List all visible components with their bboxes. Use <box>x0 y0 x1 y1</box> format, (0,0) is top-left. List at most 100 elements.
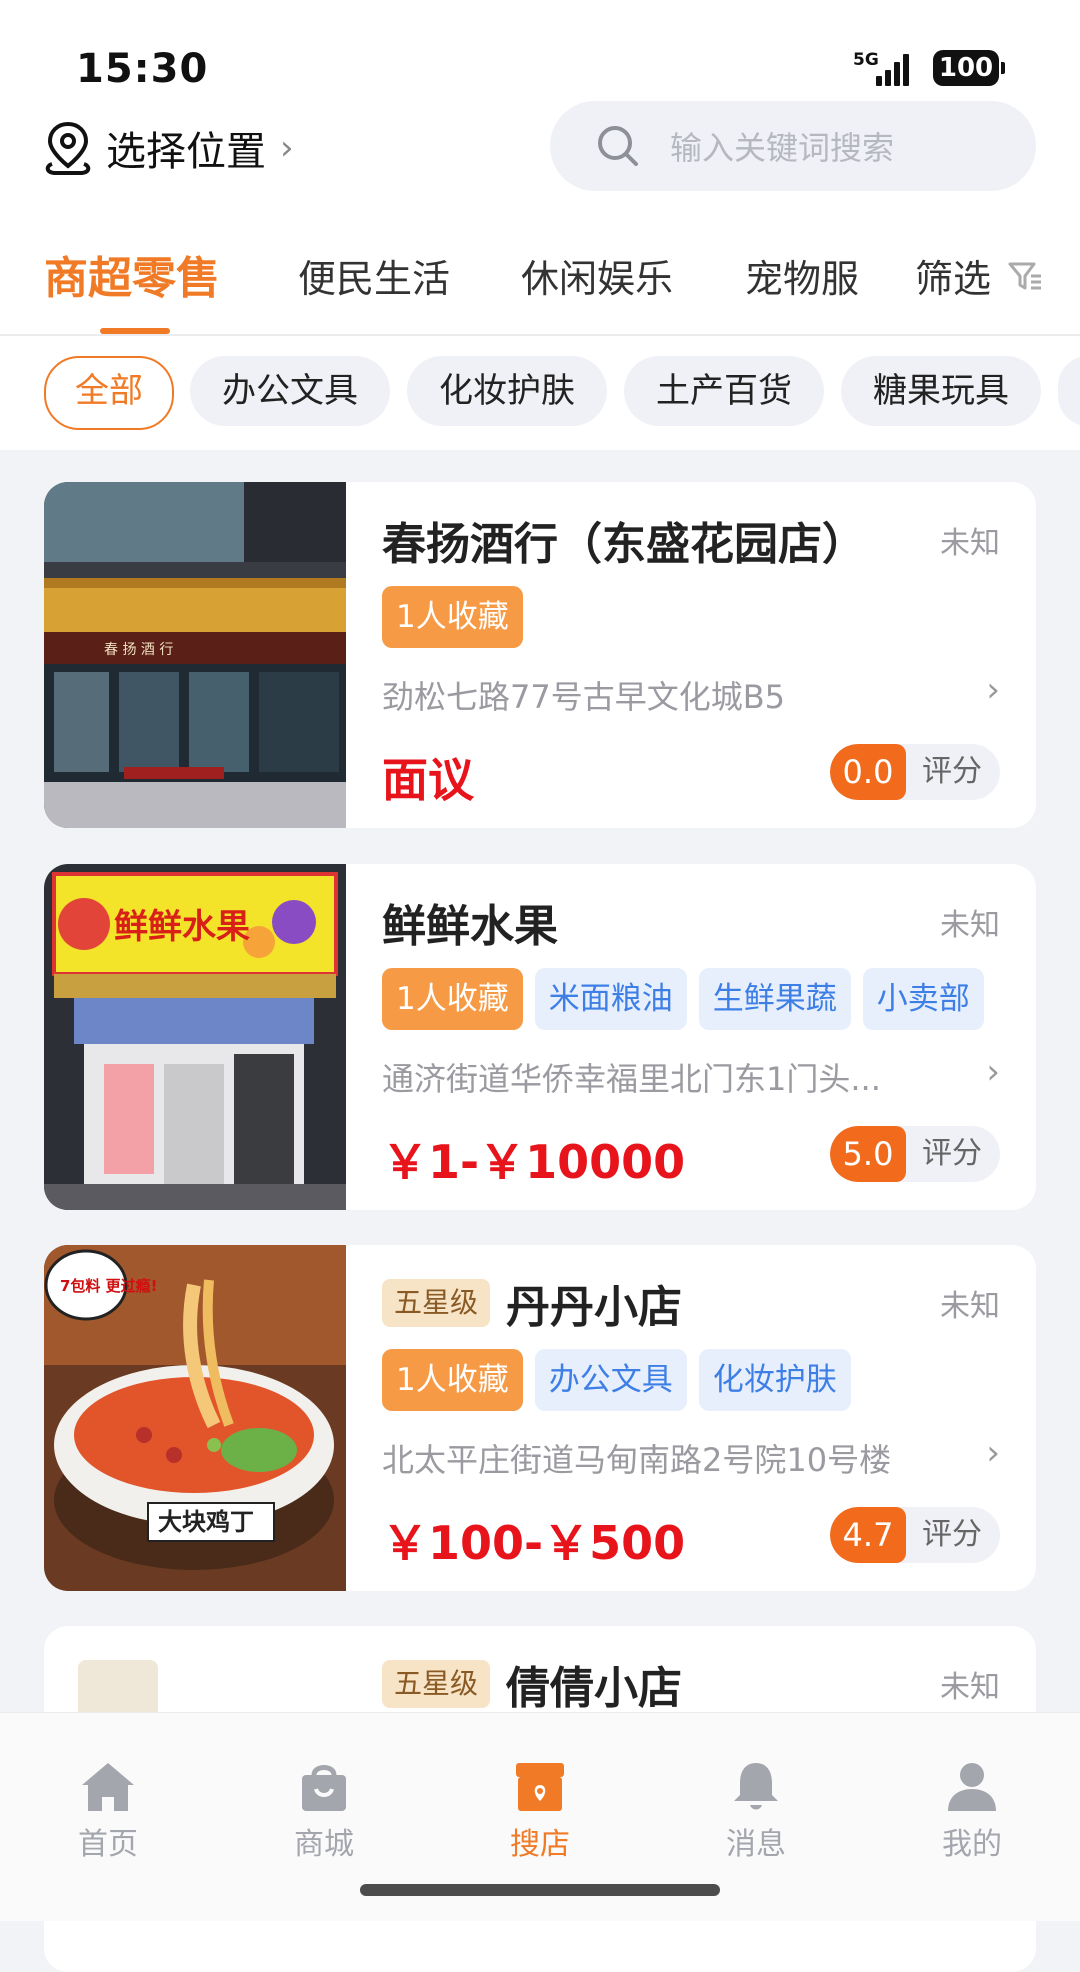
tab-leisure[interactable]: 休闲娱乐 <box>521 248 673 303</box>
svg-text:鲜鲜水果: 鲜鲜水果 <box>114 907 250 947</box>
chip-cosmetics[interactable]: 化妆护肤 <box>407 356 607 426</box>
store-icon <box>516 1763 564 1811</box>
store-photo: 春 扬 酒 行 <box>44 482 346 828</box>
store-rating: 0.0 评分 <box>830 744 1000 800</box>
nav-mall[interactable]: 商城 <box>264 1759 384 1863</box>
rating-label: 评分 <box>922 1517 982 1552</box>
nav-label: 首页 <box>78 1827 138 1862</box>
nav-home[interactable]: 首页 <box>48 1759 168 1863</box>
svg-text:7包料 更过瘾!: 7包料 更过瘾! <box>60 1277 158 1295</box>
store-photo: 鲜鲜水果 <box>44 864 346 1210</box>
five-star-badge: 五星级 <box>382 1279 491 1327</box>
chip-more[interactable] <box>1058 356 1080 426</box>
rating-score: 4.7 <box>830 1507 906 1563</box>
status-time: 15:30 <box>76 46 209 92</box>
tab-retail[interactable]: 商超零售 <box>44 242 220 306</box>
category-tag: 化妆护肤 <box>698 1349 851 1411</box>
store-name: 丹丹小店 <box>506 1282 683 1333</box>
store-name-row: 春扬酒行（东盛花园店） <box>382 508 866 572</box>
store-name-row: 五星级 倩倩小店 <box>382 1652 682 1716</box>
category-tag: 小卖部 <box>862 968 984 1030</box>
store-name: 春扬酒行（东盛花园店） <box>382 519 866 570</box>
chip-office[interactable]: 办公文具 <box>190 356 390 426</box>
location-label: 选择位置 <box>106 129 266 175</box>
rating-score: 0.0 <box>830 744 906 800</box>
tab-convenience[interactable]: 便民生活 <box>298 248 450 303</box>
signal-icon <box>876 52 916 86</box>
nav-label: 消息 <box>726 1827 786 1862</box>
store-info: 鲜鲜水果 未知 1人收藏 米面粮油 生鲜果蔬 小卖部 通济街道华侨幸福里北门东1… <box>382 864 1000 1210</box>
bell-icon <box>734 1763 778 1810</box>
user-icon <box>948 1763 996 1811</box>
store-name: 倩倩小店 <box>506 1663 683 1714</box>
chevron-right-icon[interactable]: › <box>986 670 1000 710</box>
chip-all[interactable]: 全部 <box>44 356 174 430</box>
status-bar: 15:30 5G 100 <box>0 40 1080 100</box>
store-address[interactable]: 劲松七路77号古早文化城B5 <box>382 672 972 718</box>
favorite-count-tag: 1人收藏 <box>382 586 523 648</box>
category-tag: 米面粮油 <box>534 968 687 1030</box>
search-input[interactable]: 输入关键词搜索 <box>550 101 1036 191</box>
store-tags: 1人收藏 <box>382 586 535 648</box>
store-price: ￥100-￥500 <box>382 1516 686 1570</box>
store-address[interactable]: 通济街道华侨幸福里北门东1门头... <box>382 1054 972 1100</box>
nav-messages[interactable]: 消息 <box>696 1759 816 1863</box>
battery-indicator: 100 <box>933 50 1005 86</box>
tab-pet[interactable]: 宠物服 <box>745 248 859 303</box>
nav-label: 搜店 <box>510 1827 570 1862</box>
store-card[interactable]: 鲜鲜水果 鲜鲜水果 未知 1人收藏 米面粮油 生鲜果蔬 小卖部 通济街道华侨幸福… <box>44 864 1036 1210</box>
filter-icon <box>1008 262 1042 289</box>
rating-score: 5.0 <box>830 1126 906 1182</box>
nav-label: 我的 <box>942 1827 1002 1862</box>
favorite-count-tag: 1人收藏 <box>382 1349 523 1411</box>
store-info: 春扬酒行（东盛花园店） 未知 1人收藏 劲松七路77号古早文化城B5 › 面议 … <box>382 482 1000 828</box>
svg-text:大块鸡丁: 大块鸡丁 <box>158 1508 254 1536</box>
store-card[interactable]: 7包料 更过瘾! 大块鸡丁 五星级 丹丹小店 未知 1人收藏 办公文具 化妆护肤… <box>44 1245 1036 1591</box>
filter-label: 筛选 <box>915 257 992 301</box>
subcategory-chips: 全部 办公文具 化妆护肤 土产百货 糖果玩具 <box>0 356 1080 430</box>
store-distance: 未知 <box>940 1670 1000 1705</box>
store-card[interactable]: 春 扬 酒 行 春扬酒行（东盛花园店） 未知 1人收藏 劲松七路77号古早文化城… <box>44 482 1036 828</box>
filter-button[interactable]: 筛选 <box>915 248 1043 303</box>
search-icon <box>598 126 638 166</box>
store-tags: 1人收藏 米面粮油 生鲜果蔬 小卖部 <box>382 968 996 1030</box>
store-distance: 未知 <box>940 1289 1000 1324</box>
store-rating: 5.0 评分 <box>830 1126 1000 1182</box>
shopping-bag-icon <box>302 1765 346 1811</box>
category-tag: 生鲜果蔬 <box>698 968 851 1030</box>
location-selector[interactable]: 选择位置 › <box>42 118 294 178</box>
store-name-row: 五星级 丹丹小店 <box>382 1271 682 1335</box>
five-star-badge: 五星级 <box>382 1660 491 1708</box>
store-distance: 未知 <box>940 908 1000 943</box>
nav-store-search[interactable]: 搜店 <box>480 1759 600 1863</box>
chevron-right-icon[interactable]: › <box>986 1433 1000 1473</box>
home-indicator[interactable] <box>360 1884 720 1896</box>
location-pin-icon <box>45 121 91 175</box>
store-price: 面议 <box>382 753 474 807</box>
store-price: ￥1-￥10000 <box>382 1135 686 1189</box>
store-info: 五星级 丹丹小店 未知 1人收藏 办公文具 化妆护肤 北太平庄街道马甸南路2号院… <box>382 1245 1000 1591</box>
store-rating: 4.7 评分 <box>830 1507 1000 1563</box>
nav-profile[interactable]: 我的 <box>912 1759 1032 1863</box>
svg-text:春 扬 酒 行: 春 扬 酒 行 <box>104 642 173 658</box>
category-tag: 办公文具 <box>534 1349 687 1411</box>
chip-general[interactable]: 土产百货 <box>624 356 824 426</box>
nav-label: 商城 <box>294 1827 354 1862</box>
network-type: 5G <box>853 50 879 70</box>
chip-candy[interactable]: 糖果玩具 <box>841 356 1041 426</box>
store-distance: 未知 <box>940 526 1000 561</box>
category-tabs: 商超零售 便民生活 休闲娱乐 宠物服 筛选 <box>0 228 1080 334</box>
store-tags: 1人收藏 办公文具 化妆护肤 <box>382 1349 863 1411</box>
store-name: 鲜鲜水果 <box>382 901 558 952</box>
rating-label: 评分 <box>922 1136 982 1171</box>
store-name-row: 鲜鲜水果 <box>382 890 558 954</box>
chevron-right-icon: › <box>280 128 294 168</box>
store-address[interactable]: 北太平庄街道马甸南路2号院10号楼 <box>382 1435 972 1481</box>
tabs-divider <box>0 334 1080 336</box>
rating-label: 评分 <box>922 754 982 789</box>
chevron-right-icon[interactable]: › <box>986 1052 1000 1092</box>
search-placeholder: 输入关键词搜索 <box>670 129 895 167</box>
favorite-count-tag: 1人收藏 <box>382 968 523 1030</box>
store-photo: 7包料 更过瘾! 大块鸡丁 <box>44 1245 346 1591</box>
home-icon <box>82 1763 134 1811</box>
